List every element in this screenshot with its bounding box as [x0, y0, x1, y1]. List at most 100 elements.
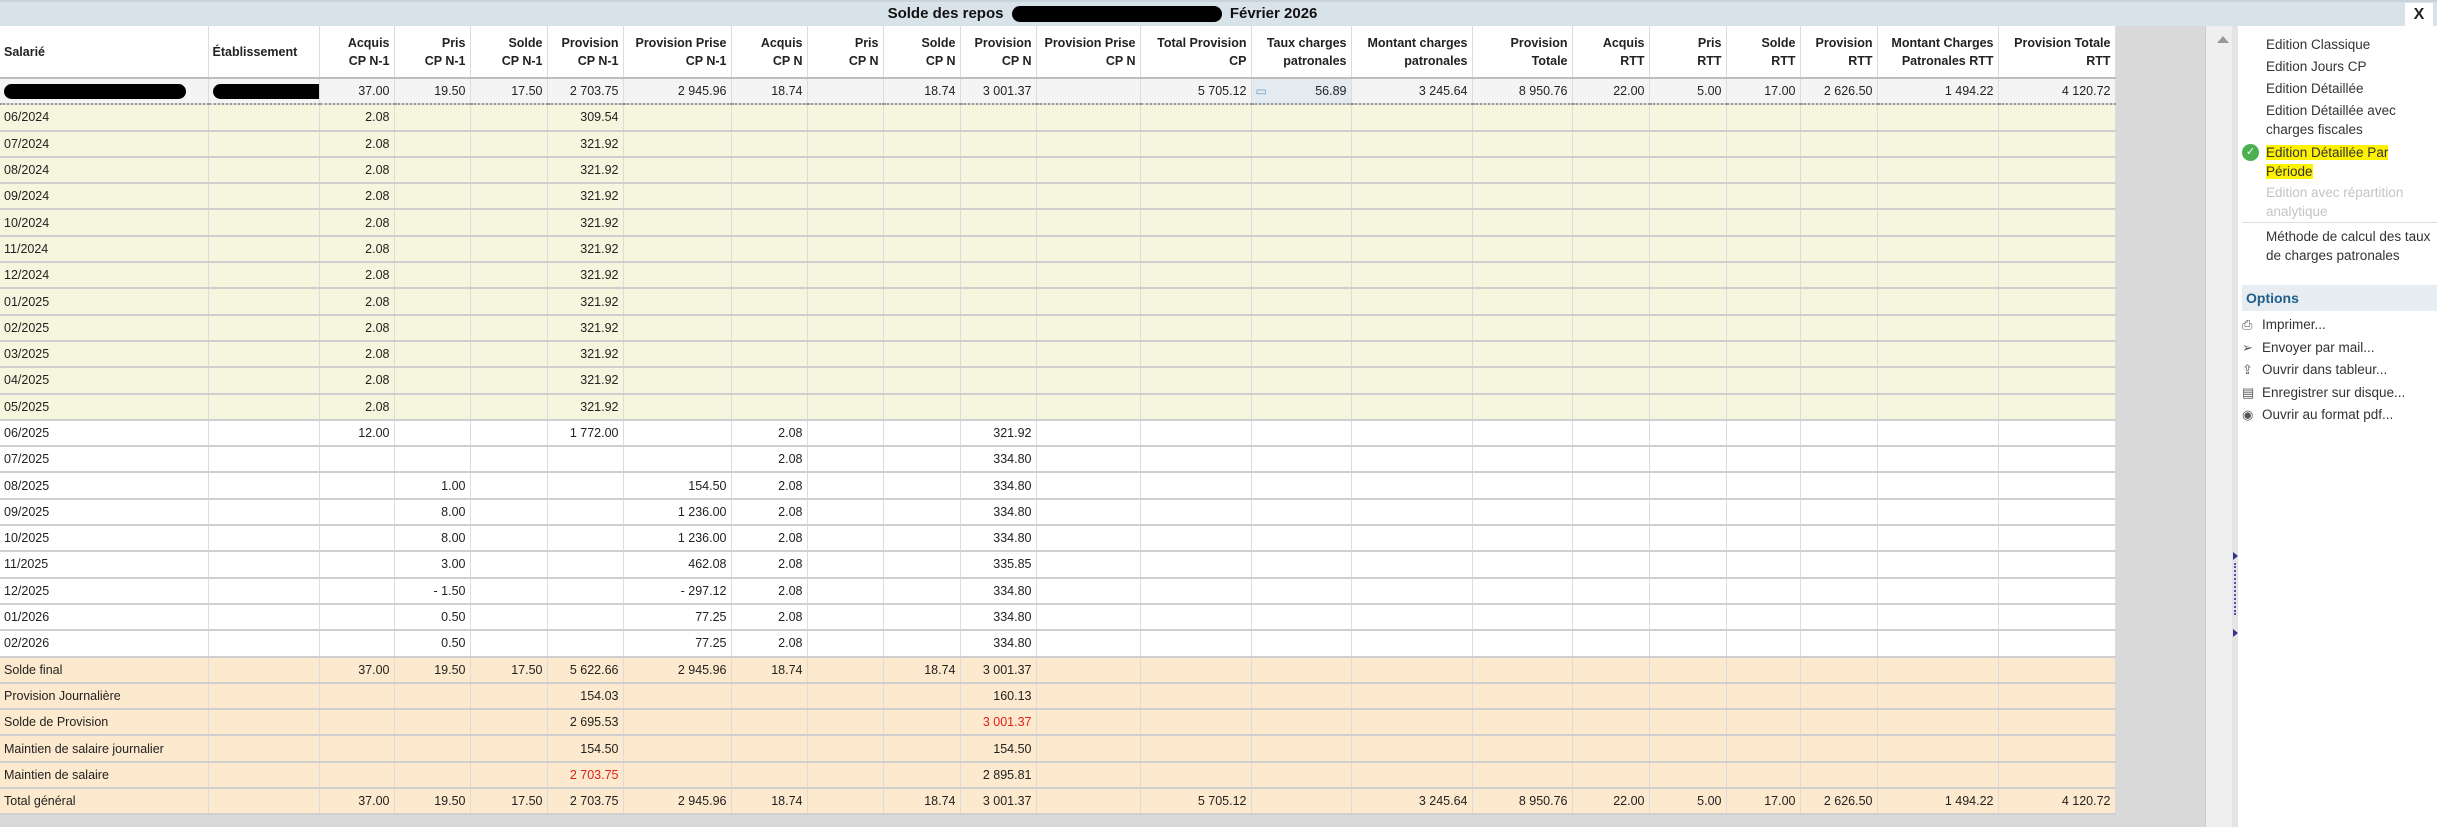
table-cell	[1877, 682, 1999, 711]
methode-calcul-taux[interactable]: Méthode de calcul des taux de charges pa…	[2266, 227, 2434, 265]
column-header[interactable]: Salarié	[0, 26, 209, 79]
table-cell: 2 945.96	[623, 656, 732, 684]
table-cell	[1351, 183, 1473, 211]
column-header[interactable]: Pris CP N-1	[394, 26, 471, 79]
column-header[interactable]: Taux charges patronales	[1251, 26, 1352, 79]
table-cell	[883, 603, 961, 632]
column-header[interactable]: Provision Totale	[1472, 26, 1573, 79]
scroll-up-icon[interactable]	[2217, 36, 2229, 43]
column-header[interactable]: Solde RTT	[1726, 26, 1801, 79]
table-cell	[1251, 209, 1352, 237]
table-cell	[1036, 183, 1141, 211]
table-cell	[1251, 340, 1352, 369]
column-header[interactable]: Acquis CP N	[731, 26, 808, 79]
employee-summary-row[interactable]: 37.00 19.50 17.50 2 703.75 2 945.96 18.74 18.7…	[0, 78, 2116, 106]
close-button[interactable]: X	[2405, 3, 2433, 27]
column-header[interactable]: Solde CP N-1	[470, 26, 548, 79]
table-cell	[1472, 130, 1573, 158]
table-cell	[547, 446, 624, 474]
table-cell	[1877, 262, 1999, 290]
column-header[interactable]: Provision Prise CP N-1	[623, 26, 732, 79]
table-cell	[883, 472, 961, 500]
edition-detaillee-par-periode[interactable]: ✓ Edition Détaillée Par Période	[2242, 143, 2434, 181]
table-cell: 19.50	[394, 656, 471, 684]
table-cell	[1877, 235, 1999, 264]
table-cell	[623, 340, 732, 369]
option-2[interactable]: ⇪ Ouvrir dans tableur...	[2242, 360, 2387, 380]
table-cell	[1140, 761, 1252, 790]
table-cell: 17.00	[1726, 788, 1801, 816]
column-header[interactable]: Établissement	[208, 26, 320, 79]
table-row: 11/2025 3.00 462.08 2.08 335.85	[0, 551, 2116, 579]
table-cell	[319, 630, 395, 658]
etablissement-cell	[208, 630, 320, 658]
option-4[interactable]: ◉ Ouvrir au format pdf...	[2242, 405, 2393, 425]
column-header[interactable]: Montant charges patronales	[1351, 26, 1473, 79]
table-cell	[1251, 288, 1352, 316]
table-cell	[1998, 498, 2116, 527]
divider	[2242, 222, 2437, 223]
table-cell	[731, 104, 808, 132]
edition-detaillee[interactable]: Edition Détaillée	[2266, 79, 2434, 98]
table-cell	[807, 209, 884, 237]
edition-detaillee-charges-fiscales[interactable]: Edition Détaillée avec charges fiscales	[2266, 101, 2434, 139]
table-cell	[1726, 472, 1801, 500]
column-header[interactable]: Total Provision CP	[1140, 26, 1252, 79]
edition-classique[interactable]: Edition Classique	[2266, 35, 2434, 54]
table-cell	[1351, 419, 1473, 448]
column-header-line: patronales	[1404, 53, 1468, 68]
column-header-line: Totale	[1531, 53, 1568, 68]
table-cell	[731, 130, 808, 158]
table-cell	[1726, 446, 1801, 474]
row-label: 08/2024	[0, 156, 209, 185]
etablissement-cell	[208, 419, 320, 448]
option-3[interactable]: ▤ Enregistrer sur disque...	[2242, 383, 2405, 403]
title-period: Février 2026	[1229, 5, 1318, 22]
splitter-grip-icon[interactable]	[2234, 563, 2237, 615]
table-cell	[1351, 577, 1473, 605]
table-cell	[731, 340, 808, 369]
column-header[interactable]: Acquis RTT	[1572, 26, 1650, 79]
column-header[interactable]: Pris RTT	[1649, 26, 1727, 79]
table-cell: 3 001.37	[960, 788, 1037, 816]
table-cell	[470, 314, 548, 342]
column-header[interactable]: Montant Charges Patronales RTT	[1877, 26, 1999, 79]
column-header[interactable]: Pris CP N	[807, 26, 884, 79]
column-header-line: Établissement	[212, 44, 298, 59]
table-cell: 321.92	[547, 393, 624, 421]
table-cell	[1251, 761, 1352, 790]
table-cell	[1572, 735, 1650, 763]
column-header[interactable]: Provision RTT	[1800, 26, 1878, 79]
column-header[interactable]: Solde CP N	[883, 26, 961, 79]
table-cell	[807, 603, 884, 632]
table-cell	[470, 551, 548, 579]
option-0[interactable]: ⎙ Imprimer...	[2242, 315, 2326, 335]
table-cell	[1649, 209, 1727, 237]
table-cell	[1036, 498, 1141, 527]
table-cell	[1877, 209, 1999, 237]
column-header-line: Acquis	[347, 35, 390, 50]
table-cell	[623, 735, 732, 763]
table-cell	[1572, 472, 1650, 500]
table-cell	[1998, 209, 2116, 237]
column-header[interactable]: Acquis CP N-1	[319, 26, 395, 79]
column-header-line: Provision	[1815, 35, 1873, 50]
table-cell	[1572, 104, 1650, 132]
column-header[interactable]: Provision CP N	[960, 26, 1037, 79]
summary-cell: 8 950.76	[1472, 78, 1573, 106]
column-header[interactable]: Provision CP N-1	[547, 26, 624, 79]
table-cell	[960, 340, 1037, 369]
comment-icon[interactable]: ▭	[1256, 84, 1267, 98]
etablissement-cell	[208, 446, 320, 474]
table-cell	[394, 682, 471, 711]
table-cell	[470, 472, 548, 500]
column-header[interactable]: Provision Totale RTT	[1998, 26, 2116, 79]
table-cell	[1726, 551, 1801, 579]
table-cell	[470, 498, 548, 527]
edition-jours-cp[interactable]: Edition Jours CP	[2266, 57, 2434, 76]
column-header[interactable]: Provision Prise CP N	[1036, 26, 1141, 79]
table-cell	[394, 709, 471, 737]
option-1[interactable]: ➢ Envoyer par mail...	[2242, 338, 2375, 358]
report-table-container: Salarié Établissement Acquis CP N-1 Pris CP N…	[0, 26, 2116, 816]
table-row: 07/2024 2.08 321.92	[0, 130, 2116, 158]
